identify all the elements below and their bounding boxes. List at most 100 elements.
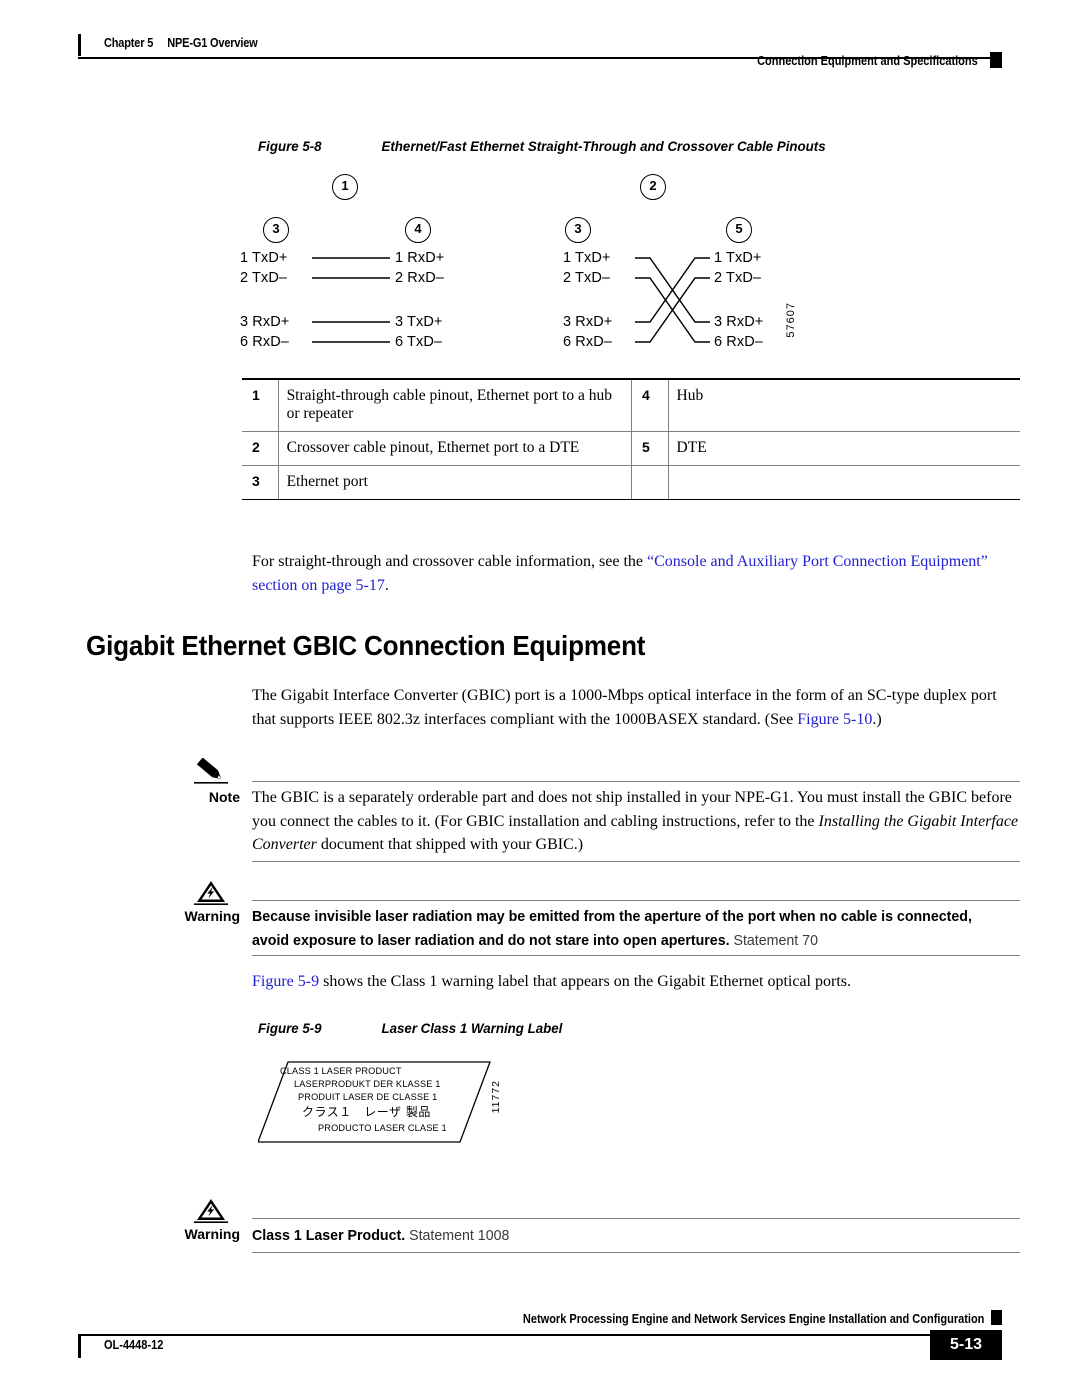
figure-5-9-intro-text: shows the Class 1 warning label that app… (319, 973, 851, 990)
page-header: Chapter 5 NPE-G1 Overview Connection Equi… (0, 0, 1080, 90)
gbic-para-text: The Gigabit Interface Converter (GBIC) p… (252, 687, 997, 728)
pin-xo-right-2: 3 RxD+ (714, 314, 764, 330)
pin-xo-right-0: 1 TxD+ (714, 250, 762, 266)
table-row: 1 Straight-through cable pinout, Etherne… (242, 378, 1020, 432)
warning-triangle-icon (194, 880, 238, 908)
legend-text-1: Straight-through cable pinout, Ethernet … (278, 378, 632, 432)
pencil-icon (194, 758, 238, 788)
figure-5-10-link[interactable]: Figure 5-10 (797, 711, 872, 728)
note-rule-top (252, 781, 1020, 782)
warning-triangle-icon (194, 1198, 238, 1226)
warning-70-statement: Statement 70 (729, 933, 818, 949)
page-footer: Network Processing Engine and Network Se… (0, 1300, 1080, 1390)
note-text-2: document that shipped with your GBIC.) (316, 836, 584, 853)
xref-para-tail: . (384, 576, 389, 594)
pin-xo-left-1: 2 TxD– (563, 270, 611, 286)
header-left-tick (78, 34, 81, 56)
pin-st-left-1: 2 TxD– (240, 270, 288, 286)
warning-70-body: Because invisible laser radiation may be… (252, 905, 989, 953)
figure-5-9-intro-paragraph: Figure 5-9 shows the Class 1 warning lab… (252, 970, 1020, 994)
figure-5-9-link[interactable]: Figure 5-9 (252, 973, 319, 990)
laser-label-line-2: PRODUIT LASER DE CLASSE 1 (298, 1092, 438, 1102)
table-row: 2 Crossover cable pinout, Ethernet port … (242, 431, 1020, 466)
header-chapter-title: NPE-G1 Overview (167, 36, 258, 50)
callout-1: 1 (332, 174, 358, 200)
legend-text-empty (668, 465, 1020, 500)
footer-left-tick (78, 1336, 81, 1358)
pin-st-left-0: 1 TxD+ (240, 250, 288, 266)
laser-label-line-3-japanese: クラス１ レーザ 製品 (302, 1105, 431, 1119)
legend-text-5: DTE (668, 431, 1020, 466)
footer-rule (78, 1334, 1000, 1336)
pin-st-right-0: 1 RxD+ (395, 250, 445, 266)
laser-label-line-4: PRODUCTO LASER CLASE 1 (318, 1123, 447, 1133)
warning-1008-body: Class 1 Laser Product. Statement 1008 (252, 1224, 989, 1248)
callout-4: 4 (405, 217, 431, 243)
warning-1008-rule-top (252, 1218, 1020, 1219)
footer-marker-square (991, 1310, 1002, 1325)
legend-num-1: 1 (242, 378, 279, 432)
gbic-para-tail: .) (872, 710, 882, 728)
figure-5-9-title: Laser Class 1 Warning Label (381, 1020, 563, 1036)
table-row: 3 Ethernet port (242, 465, 1020, 500)
header-section-title: Connection Equipment and Specifications (757, 54, 978, 68)
note-rule-bottom (252, 861, 1020, 862)
legend-num-3: 3 (242, 465, 279, 500)
warning-1008-label: Warning (184, 1226, 240, 1242)
pin-st-right-1: 2 RxD– (395, 270, 444, 286)
warning-1008-bold-text: Class 1 Laser Product. (252, 1228, 406, 1244)
warning-1008-statement: Statement 1008 (405, 1228, 510, 1244)
callout-2: 2 (640, 174, 666, 200)
warning-70-label: Warning (184, 908, 240, 924)
warning-triangle-icon-svg (194, 881, 228, 905)
xref-para-lead: For straight-through and crossover cable… (252, 553, 647, 570)
legend-num-5: 5 (631, 431, 669, 466)
warning-70-bold-text: Because invisible laser radiation may be… (252, 909, 972, 949)
figure-5-9-caption: Figure 5-9 Laser Class 1 Warning Label (258, 1020, 562, 1036)
footer-page-number: 5-13 (930, 1330, 1002, 1360)
callout-3-right: 3 (565, 217, 591, 243)
laser-label-line-1: LASERPRODUKT DER KLASSE 1 (294, 1079, 441, 1089)
legend-num-empty (631, 465, 669, 500)
figure-5-8-legend-table: 1 Straight-through cable pinout, Etherne… (242, 378, 1020, 500)
footer-doc-number: OL-4448-12 (104, 1338, 164, 1352)
note-label: Note (208, 789, 240, 805)
figure-5-8-caption: Figure 5-8 Ethernet/Fast Ethernet Straigh… (258, 138, 826, 154)
page-title: Gigabit Ethernet GBIC Connection Equipme… (86, 630, 646, 661)
crossover-wires (635, 257, 710, 343)
pin-st-right-2: 3 TxD+ (395, 314, 443, 330)
pin-st-left-3: 6 RxD– (240, 334, 289, 350)
figure-5-8-title: Ethernet/Fast Ethernet Straight-Through … (381, 138, 826, 154)
legend-text-4: Hub (668, 378, 1020, 432)
pin-xo-left-3: 6 RxD– (563, 334, 612, 350)
callout-5: 5 (726, 217, 752, 243)
warning-70-rule-bottom (252, 955, 1020, 956)
warning-1008-rule-bottom (252, 1252, 1020, 1253)
pin-xo-left-0: 1 TxD+ (563, 250, 611, 266)
gbic-intro-paragraph: The Gigabit Interface Converter (GBIC) p… (252, 684, 1020, 731)
cable-pinout-diagram: 1 2 3 4 3 5 1 TxD+ 2 TxD– 3 RxD+ 6 RxD– … (240, 170, 820, 370)
pin-st-left-2: 3 RxD+ (240, 314, 290, 330)
straight-through-wires (312, 257, 390, 343)
legend-text-2: Crossover cable pinout, Ethernet port to… (278, 431, 632, 466)
figure-5-8-artwork-id: 57607 (785, 302, 797, 338)
header-marker-square (990, 52, 1002, 68)
note-body: The GBIC is a separately orderable part … (252, 786, 1020, 857)
figure-5-9-artwork-id: 11772 (490, 1080, 502, 1114)
cable-xref-paragraph: For straight-through and crossover cable… (252, 550, 1020, 597)
footer-doc-title: Network Processing Engine and Network Se… (522, 1312, 984, 1326)
legend-text-3: Ethernet port (278, 465, 632, 500)
warning-triangle-icon-svg (194, 1199, 228, 1223)
callout-3-left: 3 (263, 217, 289, 243)
figure-5-8-number: Figure 5-8 (258, 138, 322, 154)
pin-xo-left-2: 3 RxD+ (563, 314, 613, 330)
pin-st-right-3: 6 TxD– (395, 334, 443, 350)
warning-70-rule-top (252, 900, 1020, 901)
laser-class-1-label-artwork: CLASS 1 LASER PRODUCT LASERPRODUKT DER K… (258, 1058, 508, 1150)
pin-xo-right-1: 2 TxD– (714, 270, 762, 286)
pin-xo-right-3: 6 RxD– (714, 334, 763, 350)
header-chapter: Chapter 5 NPE-G1 Overview (104, 36, 258, 50)
legend-num-2: 2 (242, 431, 279, 466)
legend-num-4: 4 (631, 378, 669, 432)
pencil-icon-svg (194, 758, 228, 784)
